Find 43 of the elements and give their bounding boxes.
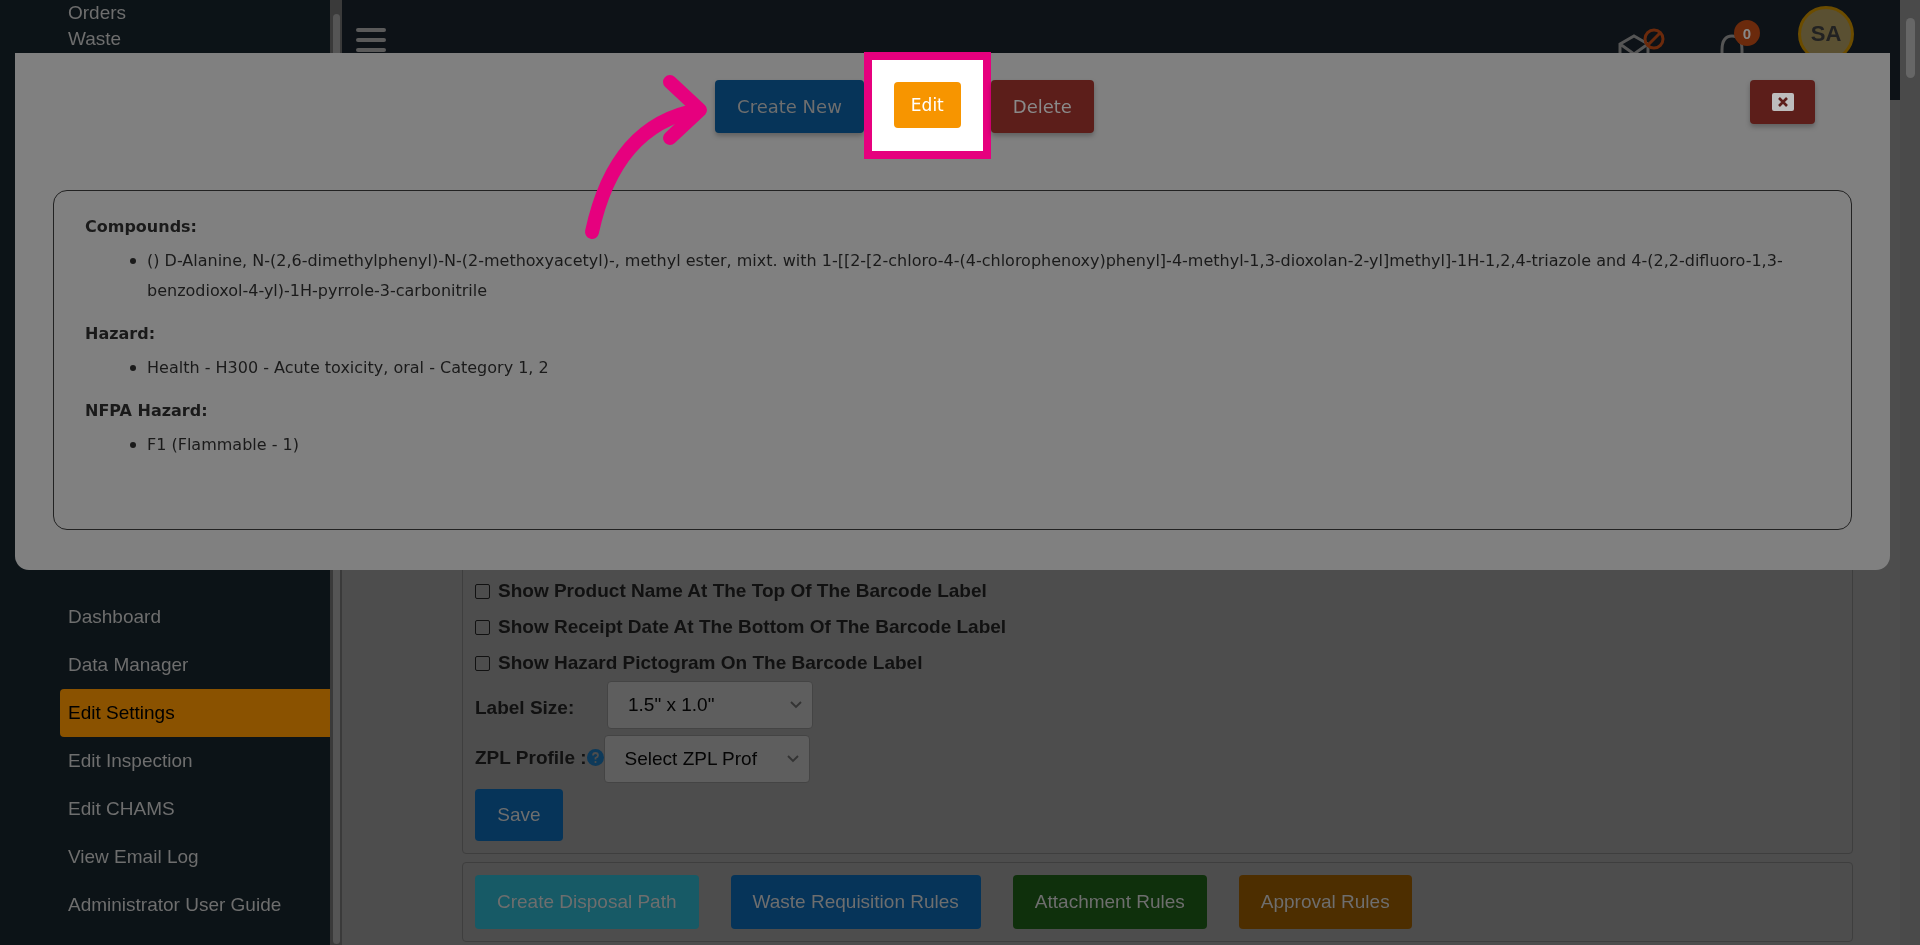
sidebar-item[interactable]: Edit Inspection <box>60 737 330 785</box>
list-item: F1 (Flammable - 1) <box>147 434 299 456</box>
menu-icon[interactable] <box>356 28 386 52</box>
sidebar-item[interactable]: Data Manager <box>60 641 330 689</box>
field-label: ZPL Profile : <box>475 746 587 769</box>
scrollbar-thumb[interactable] <box>1905 18 1915 78</box>
checkbox[interactable] <box>475 619 490 635</box>
section-heading: Compounds: <box>85 217 198 236</box>
rule-button[interactable]: Waste Requisition Rules <box>730 875 981 929</box>
checkbox-label: Show Receipt Date At The Bottom Of The Barcode Label <box>498 616 1007 638</box>
zpl-profile-select[interactable]: Select ZPL Prof <box>603 735 810 783</box>
field-label: Label Size: <box>475 696 576 719</box>
list-item: Health - H300 - Acute toxicity, oral - Category 1, 2 <box>147 357 549 379</box>
chevron-icon <box>786 755 799 763</box>
sidebar-item[interactable]: Waste <box>60 26 330 52</box>
section-heading: NFPA Hazard: <box>85 401 209 420</box>
sidebar-item[interactable]: Dashboard <box>60 593 330 641</box>
delete-button[interactable]: Delete <box>990 80 1094 133</box>
checkbox-label: Show Product Name At The Top Of The Barcode Label <box>498 580 987 602</box>
save-button[interactable]: Save <box>475 789 563 841</box>
bullet-icon <box>130 365 136 371</box>
help-icon[interactable] <box>586 749 604 766</box>
label-size-select[interactable]: 1.5" x 1.0" <box>607 681 813 729</box>
list-item: () D-Alanine, N-(2,6-dimethylphenyl)-N-(2-methoxyacetyl)-, methyl ester, mixt. with 1-[[2-[2-chloro-4-(4-chlorophenoxy)phenyl]-4-methyl-1,3-dioxolan-2-yl]methyl]-1H-1,2,4-triazole and 4-(2,2-difluoro-1,3-benzodioxol-4-yl)-1H-pyrrole-3-carbonitrile <box>147 250 1784 302</box>
close-icon <box>1771 93 1794 111</box>
rule-button[interactable]: Approval Rules <box>1238 875 1412 929</box>
sidebar-item[interactable]: Orders <box>60 0 330 26</box>
section-heading: Hazard: <box>85 324 157 343</box>
sidebar-item[interactable]: Edit Settings <box>60 689 330 737</box>
close-button[interactable] <box>1750 80 1815 124</box>
rule-button[interactable]: Attachment Rules <box>1012 875 1207 929</box>
notification-badge: 0 <box>1734 20 1760 46</box>
edit-button[interactable]: Edit <box>893 82 961 128</box>
sidebar-item[interactable]: Administrator User Guide <box>60 881 330 929</box>
checkbox[interactable] <box>475 583 490 599</box>
bullet-icon <box>130 442 136 448</box>
checkbox[interactable] <box>475 655 490 671</box>
create-button[interactable]: Create New <box>715 80 864 133</box>
sidebar-item[interactable]: View Email Log <box>60 833 330 881</box>
bullet-icon <box>130 258 136 264</box>
chevron-icon <box>790 701 802 709</box>
checkbox-label: Show Hazard Pictogram On The Barcode Label <box>498 652 923 674</box>
sidebar-item[interactable]: Edit CHAMS <box>60 785 330 833</box>
